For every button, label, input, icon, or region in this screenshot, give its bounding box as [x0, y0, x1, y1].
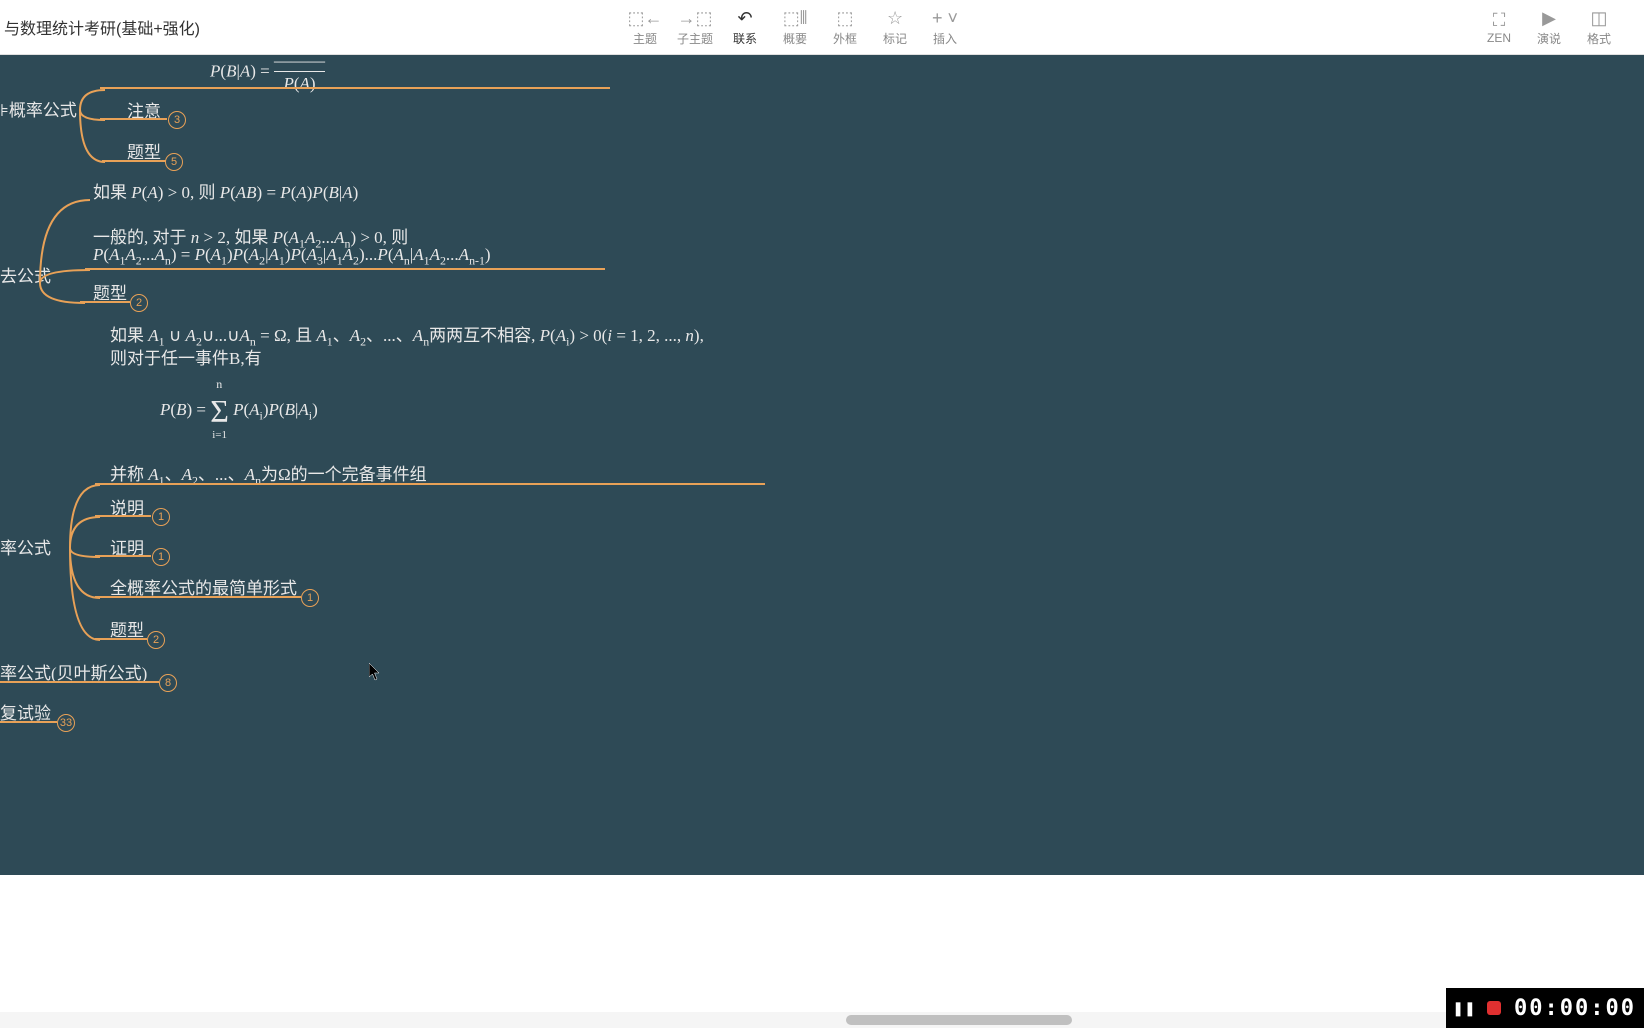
branch-curve [70, 85, 130, 165]
badge-count[interactable]: 1 [152, 548, 170, 566]
document-title: 与数理统计考研(基础+强化) [0, 15, 200, 39]
toolbar-button-概要[interactable]: ⬚⫴概要 [770, 2, 820, 52]
branch-line [102, 160, 166, 162]
插入-icon: + ˅ [932, 8, 958, 30]
title-bar: 与数理统计考研(基础+强化) ⬚←主题→⬚子主题↶联系⬚⫴概要⬚外框☆标记+ ˅… [0, 0, 1644, 55]
node-root-prob-formula[interactable]: ⊧概率公式 [0, 96, 77, 121]
badge-count[interactable]: 2 [130, 294, 148, 312]
toolbar: ⬚←主题→⬚子主题↶联系⬚⫴概要⬚外框☆标记+ ˅插入 [620, 2, 970, 52]
badge-count[interactable]: 33 [57, 714, 75, 732]
概要-icon: ⬚⫴ [783, 8, 808, 30]
badge-count[interactable]: 3 [168, 111, 186, 129]
branch-line [95, 596, 301, 598]
branch-line [0, 721, 57, 723]
scrollbar-thumb[interactable] [846, 1015, 1072, 1025]
branch-line [100, 87, 610, 89]
branch-line [80, 301, 130, 303]
formula-total-prob[interactable]: P(B) = n Σ i=1 P(Ai)P(B|Ai) [160, 395, 318, 427]
scrollbar-horizontal[interactable] [0, 1012, 1644, 1028]
badge-count[interactable]: 5 [165, 153, 183, 171]
格式-icon: ◫ [1590, 8, 1607, 30]
node-content-any-event[interactable]: 则对于任一事件B,有 [110, 344, 262, 369]
子主题-icon: →⬚ [678, 8, 713, 30]
screen-recorder-bar: ❚❚ 00:00:00 [1446, 988, 1644, 1028]
branch-curve [55, 480, 110, 645]
branch-line [95, 638, 147, 640]
recorder-time: 00:00:00 [1514, 996, 1636, 1021]
外框-icon: ⬚ [837, 8, 854, 30]
branch-curve [35, 195, 95, 310]
mouse-cursor [369, 663, 381, 681]
branch-line [95, 483, 765, 485]
联系-icon: ↶ [737, 8, 752, 30]
badge-count[interactable]: 2 [147, 631, 165, 649]
pause-button[interactable]: ❚❚ [1454, 998, 1474, 1018]
badge-count[interactable]: 1 [301, 589, 319, 607]
branch-line [0, 681, 159, 683]
branch-line [85, 268, 605, 270]
toolbar-button-子主题[interactable]: →⬚子主题 [670, 2, 720, 52]
标记-icon: ☆ [887, 8, 903, 30]
toolbar-button-插入[interactable]: + ˅插入 [920, 2, 970, 52]
node-root-formula2[interactable]: 去公式 [0, 262, 51, 287]
toolbar-button-联系[interactable]: ↶联系 [720, 2, 770, 52]
主题-icon: ⬚← [628, 8, 663, 30]
toolbar-button-ZEN[interactable]: ⛶ZEN [1474, 2, 1524, 52]
node-content-if-pa[interactable]: 如果 P(A) > 0, 则 P(AB) = P(A)P(B|A) [93, 178, 358, 203]
badge-count[interactable]: 1 [152, 508, 170, 526]
branch-line [95, 515, 151, 517]
toolbar-button-外框[interactable]: ⬚外框 [820, 2, 870, 52]
toolbar-button-格式[interactable]: ◫格式 [1574, 2, 1624, 52]
演说-icon: ▶ [1542, 8, 1556, 30]
toolbar-button-主题[interactable]: ⬚←主题 [620, 2, 670, 52]
record-button[interactable] [1484, 998, 1504, 1018]
branch-line [95, 555, 151, 557]
toolbar-button-标记[interactable]: ☆标记 [870, 2, 920, 52]
node-root-rate-formula[interactable]: 率公式 [0, 534, 51, 559]
ZEN-icon: ⛶ [1493, 9, 1506, 31]
badge-count[interactable]: 8 [159, 674, 177, 692]
node-content-chain[interactable]: P(A1A2...An) = P(A1)P(A2|A1)P(A3|A1A2)..… [93, 245, 491, 268]
toolbar-right: ⛶ZEN▶演说◫格式 [1474, 2, 1624, 52]
branch-line [100, 118, 167, 120]
mindmap-canvas[interactable]: P(B|A) = ———P(A) ⊧概率公式 注意 3 题型 5 如果 P(A)… [0, 55, 1644, 875]
toolbar-button-演说[interactable]: ▶演说 [1524, 2, 1574, 52]
